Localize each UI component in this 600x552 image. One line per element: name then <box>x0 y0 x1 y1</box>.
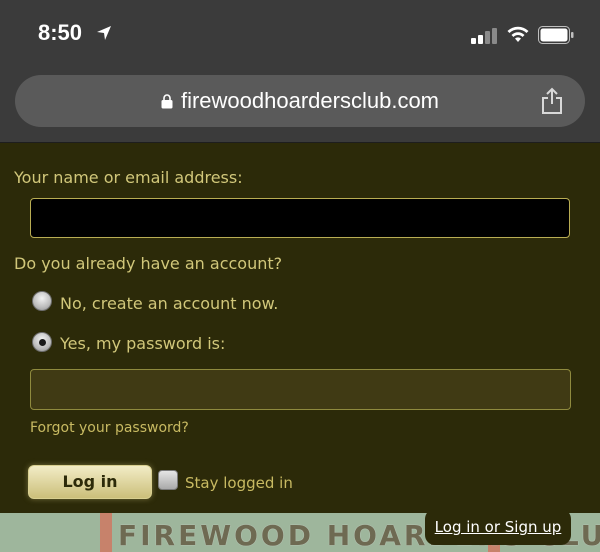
browser-chrome: 8:50 firewoodhoardersclub.com <box>0 0 600 143</box>
stay-logged-in-label: Stay logged in <box>185 474 293 492</box>
location-arrow-icon <box>97 26 111 40</box>
address-bar[interactable]: firewoodhoardersclub.com <box>15 75 585 127</box>
wifi-icon <box>507 26 529 42</box>
stay-logged-in-checkbox[interactable] <box>158 470 178 490</box>
banner-post-left <box>100 513 112 552</box>
login-button[interactable]: Log in <box>28 465 152 499</box>
radio-create-account[interactable] <box>32 291 52 311</box>
create-account-label: No, create an account now. <box>60 294 279 313</box>
share-icon[interactable] <box>540 87 564 115</box>
name-label: Your name or email address: <box>14 168 243 187</box>
login-signup-link[interactable]: Log in or Sign up <box>425 509 571 545</box>
lock-icon <box>161 94 173 109</box>
forgot-password-link[interactable]: Forgot your password? <box>30 420 189 436</box>
url-text: firewoodhoardersclub.com <box>180 88 440 113</box>
have-password-label: Yes, my password is: <box>60 334 226 353</box>
battery-icon <box>538 26 574 44</box>
signal-icon <box>471 28 497 44</box>
status-time: 8:50 <box>38 20 83 45</box>
password-input[interactable] <box>30 369 571 410</box>
name-email-input[interactable] <box>30 198 570 238</box>
account-question: Do you already have an account? <box>14 254 283 273</box>
radio-have-password[interactable] <box>32 332 52 352</box>
